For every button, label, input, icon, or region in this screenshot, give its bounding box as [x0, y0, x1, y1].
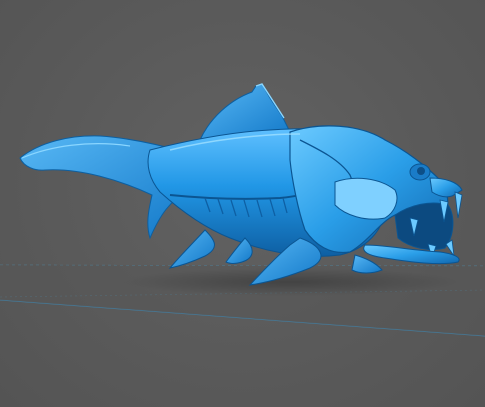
ventral-fin	[351, 254, 383, 274]
3d-viewport[interactable]	[0, 0, 485, 407]
eye	[417, 167, 425, 175]
scene-canvas[interactable]	[0, 0, 485, 407]
pelvic-fin-left	[168, 229, 215, 269]
dunkleosteus-fish-model[interactable]	[19, 83, 463, 286]
